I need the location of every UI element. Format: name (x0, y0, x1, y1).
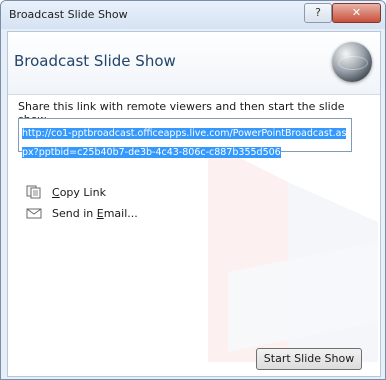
email-icon (26, 206, 42, 220)
title-bar: Broadcast Slide Show ? ✕ (1, 1, 385, 29)
broadcast-dialog: Broadcast Slide Show ? ✕ Broadcast Slide… (0, 0, 386, 380)
email-accesskey: E (96, 206, 104, 220)
start-slide-show-label: Start Slide Show (263, 352, 355, 365)
send-email-button[interactable]: Send in Email... (26, 205, 138, 221)
copy-accesskey: C (52, 185, 60, 199)
broadcast-link-field[interactable]: http://co1-pptbroadcast.officeapps.live.… (18, 118, 352, 158)
copy-icon (26, 185, 42, 199)
help-button[interactable]: ? (304, 3, 332, 23)
close-button[interactable]: ✕ (332, 3, 381, 23)
banner: Broadcast Slide Show (8, 32, 380, 95)
start-slide-show-button[interactable]: Start Slide Show (256, 348, 362, 370)
copy-link-label: Copy Link (52, 185, 106, 199)
window-title: Broadcast Slide Show (9, 8, 128, 21)
send-email-label: Send in Email... (52, 206, 138, 220)
dialog-content: Broadcast Slide Show Share this link wit… (7, 31, 381, 377)
copy-link-button[interactable]: Copy Link (26, 184, 106, 200)
broadcast-link-text[interactable]: http://co1-pptbroadcast.officeapps.live.… (22, 128, 347, 158)
globe-icon (332, 42, 372, 82)
banner-title: Broadcast Slide Show (14, 52, 176, 70)
